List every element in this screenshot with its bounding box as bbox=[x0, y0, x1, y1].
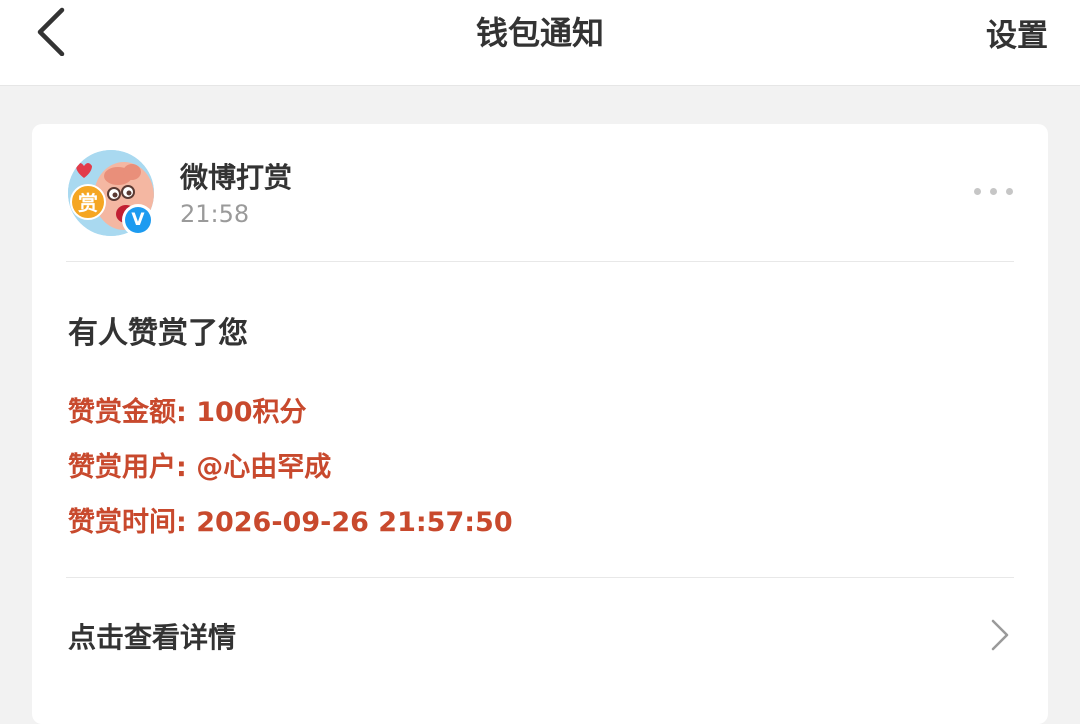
page-title: 钱包通知 bbox=[475, 14, 604, 52]
notification-card: 赏 V 微博打赏 21:58 有人赞赏了您 赞赏金额: 100积分 赞赏用户: … bbox=[32, 124, 1048, 724]
verified-icon: V bbox=[125, 207, 151, 233]
svg-text:赏: 赏 bbox=[78, 191, 98, 215]
more-options-button[interactable] bbox=[974, 184, 1014, 200]
settings-button[interactable]: 设置 bbox=[986, 10, 1048, 55]
chevron-right-icon bbox=[991, 619, 1009, 651]
more-dots-icon bbox=[990, 188, 997, 195]
verified-badge: V bbox=[122, 204, 154, 236]
reward-user: 赞赏用户: @心由罕成 bbox=[68, 452, 332, 483]
reward-time: 赞赏时间: 2026-09-26 21:57:50 bbox=[68, 507, 513, 538]
avatar[interactable]: 赏 V bbox=[68, 150, 154, 236]
divider bbox=[66, 261, 1014, 262]
view-details-row[interactable]: 点击查看详情 bbox=[32, 578, 1048, 688]
reward-amount: 赞赏金额: 100积分 bbox=[68, 397, 307, 428]
notification-title: 有人赞赏了您 bbox=[68, 316, 248, 351]
top-nav-bar: 钱包通知 设置 bbox=[0, 0, 1080, 86]
view-details-label: 点击查看详情 bbox=[68, 621, 237, 654]
more-dots-icon bbox=[1006, 188, 1013, 195]
message-time: 21:58 bbox=[180, 200, 250, 228]
sender-name[interactable]: 微博打赏 bbox=[180, 156, 292, 196]
chevron-left-icon bbox=[37, 7, 65, 56]
back-button[interactable] bbox=[30, 6, 74, 56]
more-dots-icon bbox=[974, 188, 981, 195]
